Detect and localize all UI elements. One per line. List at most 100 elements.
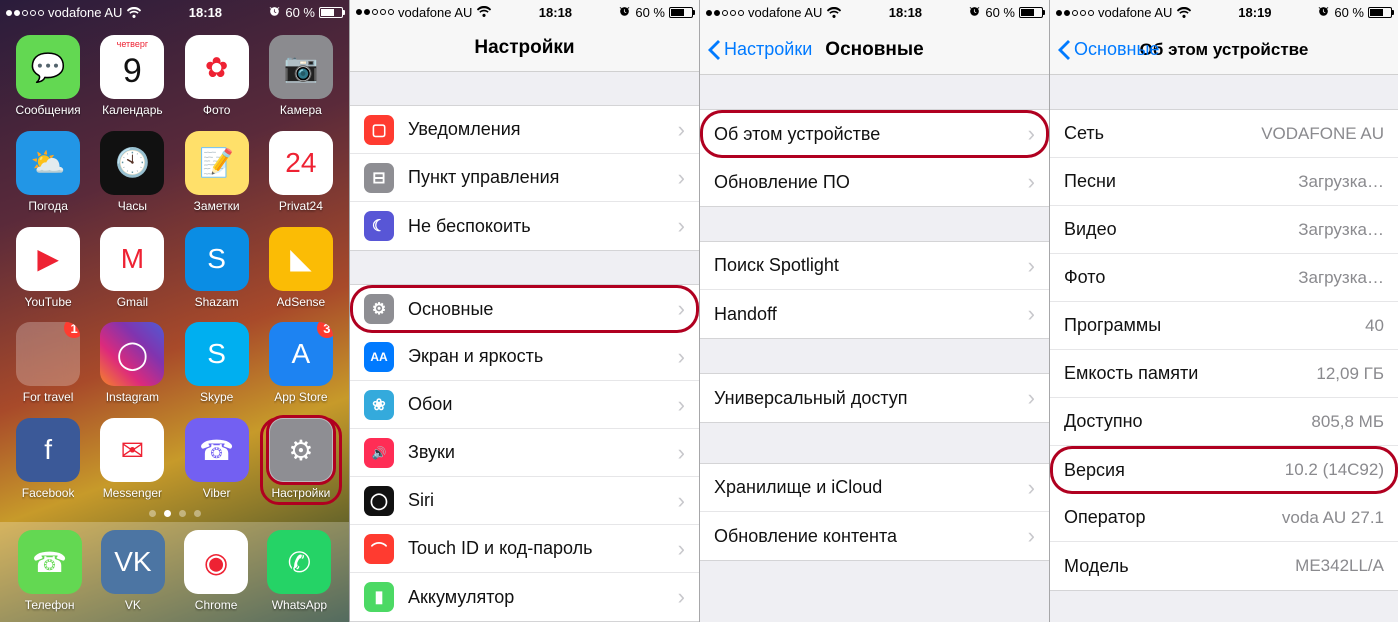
info-row: МодельME342LL/A [1050,542,1398,590]
camera-icon: 📷 [269,35,333,99]
row-value: Загрузка… [1298,220,1384,240]
app-appstore[interactable]: A3App Store [261,322,341,408]
app-label: Настройки [271,486,330,500]
settings-row[interactable]: ⊟Пункт управления› [350,154,699,202]
row-value: VODAFONE AU [1261,124,1384,144]
row-label: Модель [1064,556,1295,577]
settings-row[interactable]: Об этом устройстве› [700,110,1049,158]
settings-row[interactable]: 🔊Звуки› [350,429,699,477]
row-icon: ▮ [364,582,394,612]
settings-row[interactable]: Обновление контента› [700,512,1049,560]
carrier-label: vodafone AU [48,5,122,20]
row-label: Сеть [1064,123,1261,144]
app-label: Заметки [194,199,240,213]
app-camera[interactable]: 📷 Камера [261,35,341,121]
chevron-right-icon: › [678,344,685,370]
status-bar: vodafone AU 18:18 60 % [350,0,699,24]
row-label: Поиск Spotlight [714,255,1020,276]
chevron-right-icon: › [1028,253,1035,279]
app-instagram[interactable]: ◯Instagram [92,322,172,408]
app-label: Телефон [25,598,75,612]
homescreen-panel: vodafone AU 18:18 60 % 💬Сообщениячетверг… [0,0,349,622]
settings-row[interactable]: ▢Уведомления› [350,106,699,154]
chevron-right-icon: › [1028,385,1035,411]
app-notes[interactable]: 📝Заметки [177,131,257,217]
app-label: YouTube [25,295,72,309]
app-chrome[interactable]: ◉Chrome [184,530,248,612]
app-whatsapp[interactable]: ✆WhatsApp [267,530,331,612]
app-youtube[interactable]: ▶YouTube [8,227,88,313]
settings-row[interactable]: ⚙Основные› [350,285,699,333]
back-button[interactable]: Настройки [708,25,812,74]
chevron-right-icon: › [678,440,685,466]
wifi-icon [126,7,142,19]
chevron-right-icon: › [678,165,685,191]
app-shazam[interactable]: SShazam [177,227,257,313]
app-label: Камера [280,103,322,117]
app-messages[interactable]: 💬Сообщения [8,35,88,121]
app-phone[interactable]: ☎Телефон [18,530,82,612]
page-indicator [0,504,349,522]
app-label: Часы [118,199,147,213]
status-bar: vodafone AU 18:18 60 % [700,0,1049,25]
skype-icon: S [185,322,249,386]
app-facebook[interactable]: fFacebook [8,418,88,504]
info-row: Емкость памяти12,09 ГБ [1050,350,1398,398]
carrier-label: vodafone AU [1098,5,1172,20]
app-settings[interactable]: ⚙Настройки [261,418,341,504]
app-folder-travel[interactable]: 1For travel [8,322,88,408]
chevron-right-icon: › [1028,169,1035,195]
row-label: Уведомления [408,119,670,140]
app-messenger[interactable]: ✉Messenger [92,418,172,504]
nav-header: Основные Об этом устройстве [1050,25,1398,75]
settings-row[interactable]: Обновление ПО› [700,158,1049,206]
clock-time: 18:19 [1238,5,1271,20]
app-gmail[interactable]: MGmail [92,227,172,313]
row-value: ME342LL/A [1295,556,1384,576]
signal-strength-icon [706,10,744,16]
row-value: 10.2 (14C92) [1285,460,1384,480]
settings-row[interactable]: ◯Siri› [350,477,699,525]
alarm-icon [968,6,981,19]
back-label: Основные [1074,39,1159,60]
chevron-right-icon: › [678,392,685,418]
row-value: 40 [1365,316,1384,336]
settings-row[interactable]: Универсальный доступ› [700,374,1049,422]
app-viber[interactable]: ☎Viber [177,418,257,504]
app-label: Messenger [103,486,162,500]
settings-row[interactable]: AAЭкран и яркость› [350,333,699,381]
settings-panel: vodafone AU 18:18 60 % Настройки ▢Уведом… [349,0,699,622]
app-label: Сообщения [16,103,81,117]
settings-row[interactable]: ❀Обои› [350,381,699,429]
settings-row[interactable]: Поиск Spotlight › [700,242,1049,290]
app-privat24[interactable]: 24Privat24 [261,131,341,217]
signal-strength-icon [6,10,44,16]
carrier-label: vodafone AU [748,5,822,20]
app-label: Instagram [106,390,159,404]
settings-row[interactable]: Handoff› [700,290,1049,338]
clock-time: 18:18 [539,5,572,20]
app-photos[interactable]: ✿Фото [177,35,257,121]
app-weather[interactable]: ⛅Погода [8,131,88,217]
nav-header: Настройки [350,24,699,72]
info-row: ФотоЗагрузка… [1050,254,1398,302]
app-adsense[interactable]: ◣AdSense [261,227,341,313]
row-icon: ⊟ [364,163,394,193]
app-label: For travel [23,390,74,404]
row-label: Siri [408,490,670,511]
settings-row[interactable]: ☾Не беспокоить› [350,202,699,250]
app-clock[interactable]: 🕙Часы [92,131,172,217]
app-calendar[interactable]: четверг9Календарь [92,35,172,121]
chevron-right-icon: › [1028,121,1035,147]
settings-row[interactable]: Хранилище и iCloud› [700,464,1049,512]
row-value: 805,8 МБ [1311,412,1384,432]
app-vk[interactable]: VKVK [101,530,165,612]
app-label: VK [125,598,141,612]
page-title: Основные [825,39,923,61]
settings-row[interactable]: ▮Аккумулятор› [350,573,699,621]
app-skype[interactable]: SSkype [177,322,257,408]
settings-row[interactable]: ⌒Touch ID и код-пароль› [350,525,699,573]
row-value: Загрузка… [1298,172,1384,192]
back-button[interactable]: Основные [1058,25,1159,74]
app-label: Privat24 [279,199,323,213]
